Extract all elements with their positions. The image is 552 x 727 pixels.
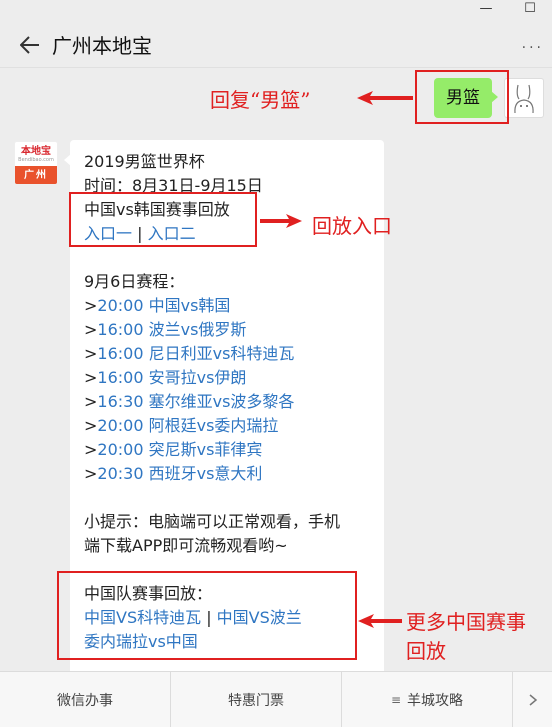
rabbit-avatar-icon <box>514 84 534 114</box>
schedule-link[interactable]: 16:30 塞尔维亚vs波多黎各 <box>97 392 294 411</box>
arrow-right-icon <box>260 214 302 228</box>
schedule-item: >16:30 塞尔维亚vs波多黎各 <box>84 390 370 414</box>
tip-line-one: 小提示：电脑端可以正常观看，手机 <box>84 512 341 531</box>
menu-label: 羊城攻略 <box>407 692 464 709</box>
schedule-link[interactable]: 16:00 尼日利亚vs科特迪瓦 <box>97 344 294 363</box>
schedule-prefix: > <box>84 464 98 483</box>
schedule-item: >16:00 尼日利亚vs科特迪瓦 <box>84 342 370 366</box>
schedule-list: >20:00 中国vs韩国 >16:00 波兰vs俄罗斯 >16:00 尼日利亚… <box>84 294 370 486</box>
window-controls: — ☐ <box>464 0 552 22</box>
schedule-prefix: > <box>84 296 98 315</box>
menu-item-guangzhou-guide[interactable]: ≡ 羊城攻略 <box>342 672 513 727</box>
chat-header: 广州本地宝 ··· <box>0 22 552 68</box>
schedule-prefix: > <box>84 368 98 387</box>
schedule-link[interactable]: 16:00 安哥拉vs伊朗 <box>97 368 246 387</box>
tip-line-two: 端下载APP即可流畅观看哟~ <box>84 536 288 555</box>
schedule-prefix: > <box>84 344 98 363</box>
schedule-item: >20:00 中国vs韩国 <box>84 294 370 318</box>
event-title: 2019男篮世界杯 <box>84 152 205 171</box>
schedule-title: 9月6日赛程： <box>84 272 185 291</box>
arrow-left-icon <box>357 91 413 105</box>
schedule-link[interactable]: 16:00 波兰vs俄罗斯 <box>97 320 246 339</box>
menu-label: 微信办事 <box>57 692 113 709</box>
back-arrow-icon[interactable] <box>16 31 44 59</box>
highlight-box-replay-entry <box>69 192 257 247</box>
bottom-menu-bar: 微信办事 特惠门票 ≡ 羊城攻略 <box>0 671 552 727</box>
schedule-link[interactable]: 20:00 中国vs韩国 <box>97 296 230 315</box>
menu-item-discount-tickets[interactable]: 特惠门票 <box>171 672 342 727</box>
annotation-replay-entry: 回放入口 <box>312 214 392 238</box>
menu-label: 特惠门票 <box>228 692 284 709</box>
highlight-box-reply <box>415 70 509 124</box>
more-options-icon[interactable]: ··· <box>522 40 544 56</box>
schedule-link[interactable]: 20:00 突尼斯vs菲律宾 <box>97 440 262 459</box>
avatar-logo-sub: Bendibao.com <box>18 156 54 163</box>
maximize-icon[interactable]: ☐ <box>508 0 552 22</box>
schedule-link[interactable]: 20:30 西班牙vs意大利 <box>97 464 262 483</box>
schedule-item: >16:00 波兰vs俄罗斯 <box>84 318 370 342</box>
chat-title: 广州本地宝 <box>52 34 152 58</box>
schedule-prefix: > <box>84 392 98 411</box>
arrow-left-icon-2 <box>358 614 402 628</box>
schedule-prefix: > <box>84 320 98 339</box>
schedule-item: >20:00 突尼斯vs菲律宾 <box>84 438 370 462</box>
avatar-city-label: 广州 <box>15 166 57 184</box>
schedule-item: >16:00 安哥拉vs伊朗 <box>84 366 370 390</box>
annotation-reply: 回复“男篮” <box>210 88 311 112</box>
minimize-icon[interactable]: — <box>464 0 508 22</box>
schedule-item: >20:30 西班牙vs意大利 <box>84 462 370 486</box>
schedule-item: >20:00 阿根廷vs委内瑞拉 <box>84 414 370 438</box>
highlight-box-more-replays <box>57 571 357 660</box>
annotation-more-line2: 回放 <box>406 639 446 663</box>
user-avatar[interactable] <box>504 78 544 118</box>
avatar-logo-text: 本地宝 <box>21 145 51 157</box>
submenu-list-icon: ≡ <box>390 692 402 707</box>
annotation-more-line1: 更多中国赛事 <box>406 610 526 634</box>
menu-item-wechat-services[interactable]: 微信办事 <box>0 672 171 727</box>
schedule-prefix: > <box>84 416 98 435</box>
schedule-prefix: > <box>84 440 98 459</box>
keyboard-toggle-icon[interactable] <box>513 672 552 727</box>
official-account-avatar[interactable]: 本地宝 Bendibao.com 广州 <box>14 141 58 185</box>
schedule-link[interactable]: 20:00 阿根廷vs委内瑞拉 <box>97 416 278 435</box>
